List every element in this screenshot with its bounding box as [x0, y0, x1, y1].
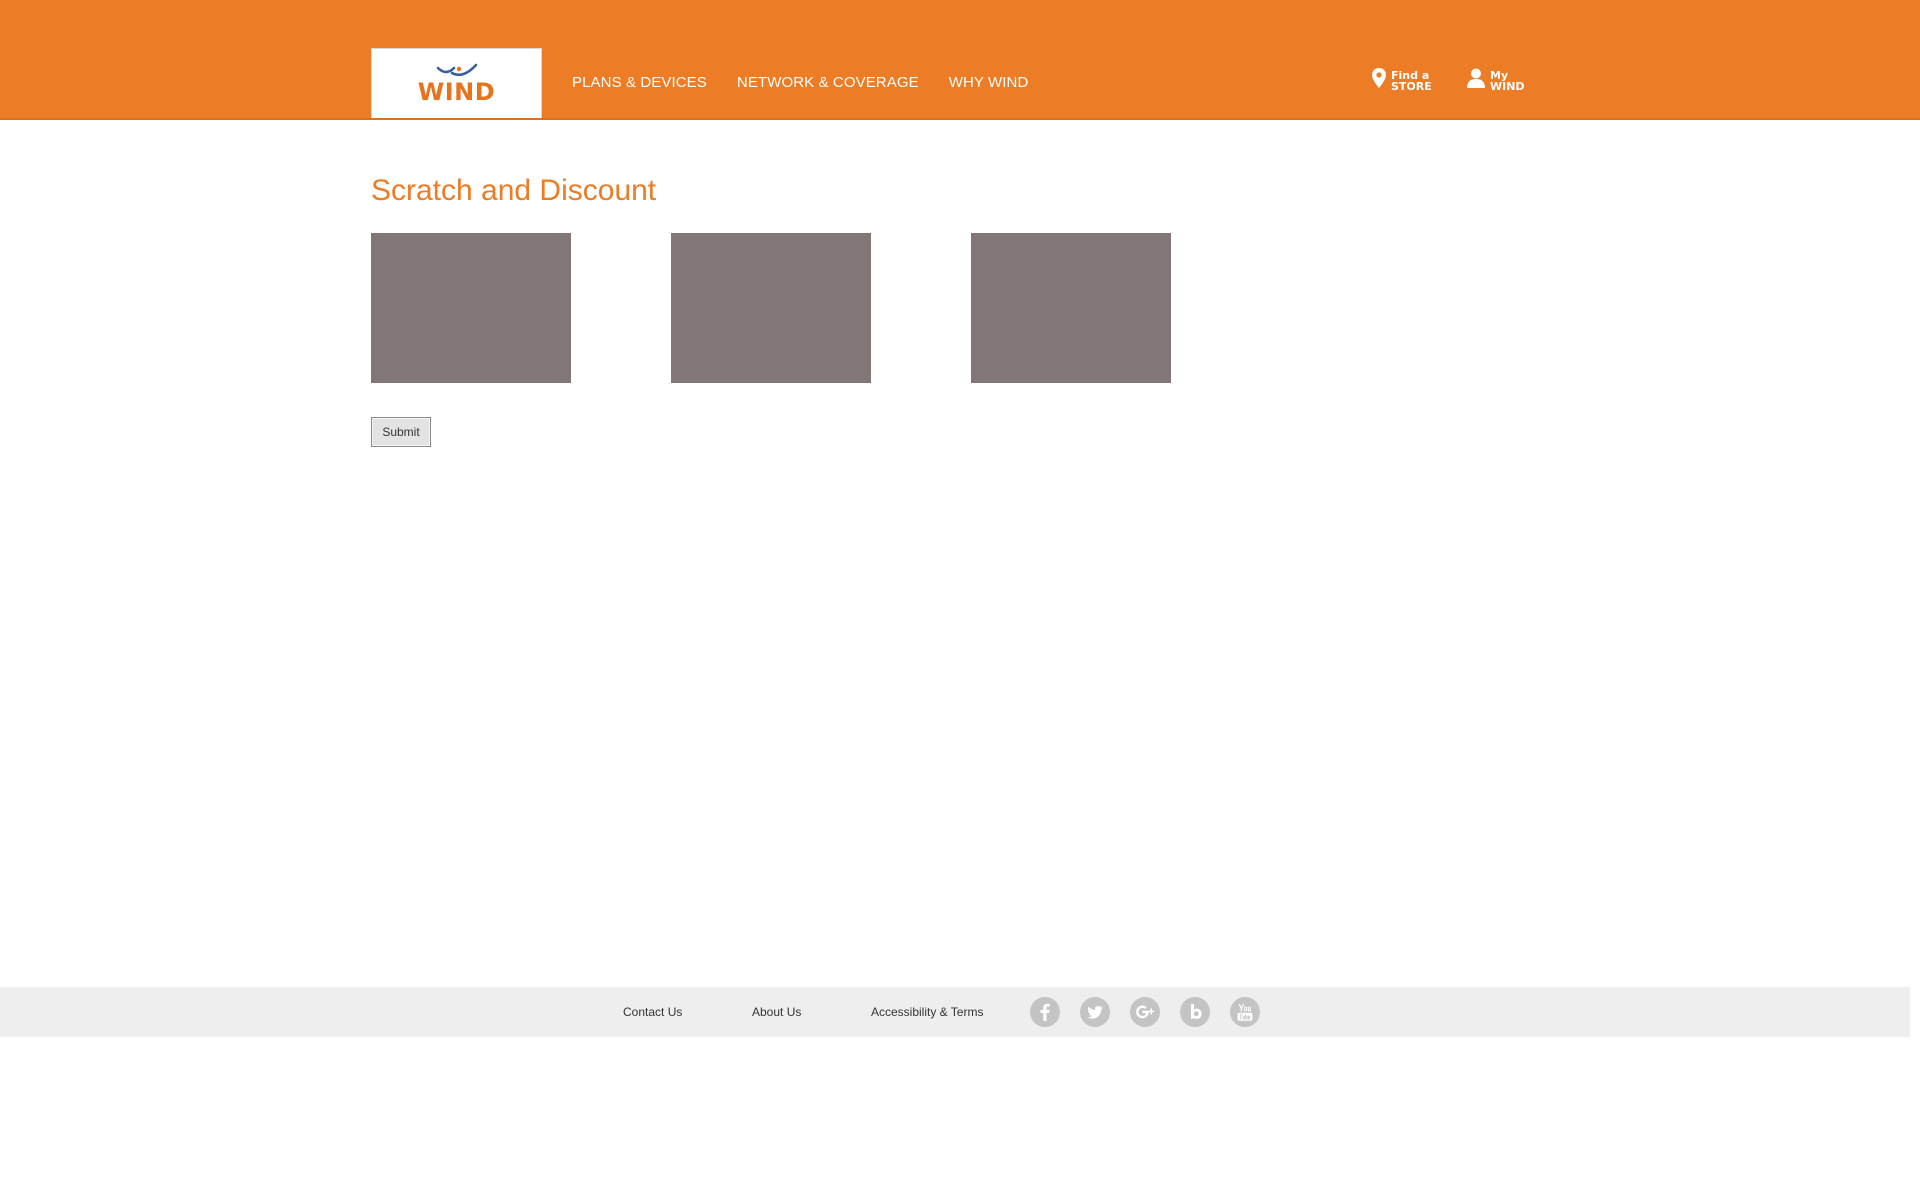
submit-button[interactable]: Submit [371, 417, 431, 447]
find-store-label: Find a STORE [1391, 68, 1432, 93]
blog-icon[interactable] [1180, 997, 1210, 1027]
wind-logo[interactable]: WIND [371, 48, 542, 118]
site-header: WIND PLANS & DEVICES NETWORK & COVERAGE … [0, 0, 1920, 120]
nav-network-coverage[interactable]: NETWORK & COVERAGE [737, 74, 919, 91]
scratch-card-1[interactable] [371, 233, 571, 383]
scratch-card-3[interactable] [971, 233, 1171, 383]
main-nav: PLANS & DEVICES NETWORK & COVERAGE WHY W… [572, 74, 1028, 91]
footer-terms-link[interactable]: Accessibility & Terms [871, 1005, 983, 1019]
scratch-card-2[interactable] [671, 233, 871, 383]
find-store-link[interactable]: Find a STORE [1372, 68, 1432, 93]
facebook-icon[interactable] [1030, 997, 1060, 1027]
google-plus-icon[interactable] [1130, 997, 1160, 1027]
twitter-icon[interactable] [1080, 997, 1110, 1027]
footer-about-link[interactable]: About Us [752, 1005, 801, 1019]
youtube-icon[interactable] [1230, 997, 1260, 1027]
my-wind-label: My WIND [1490, 68, 1525, 93]
page-title: Scratch and Discount [371, 174, 657, 207]
user-icon [1467, 68, 1485, 93]
footer-contact-link[interactable]: Contact Us [623, 1005, 682, 1019]
nav-plans-devices[interactable]: PLANS & DEVICES [572, 74, 707, 91]
my-wind-link[interactable]: My WIND [1467, 68, 1525, 93]
nav-why-wind[interactable]: WHY WIND [949, 74, 1029, 91]
location-pin-icon [1372, 68, 1386, 93]
logo-text: WIND [417, 78, 496, 106]
site-footer: Contact Us About Us Accessibility & Term… [0, 987, 1910, 1037]
